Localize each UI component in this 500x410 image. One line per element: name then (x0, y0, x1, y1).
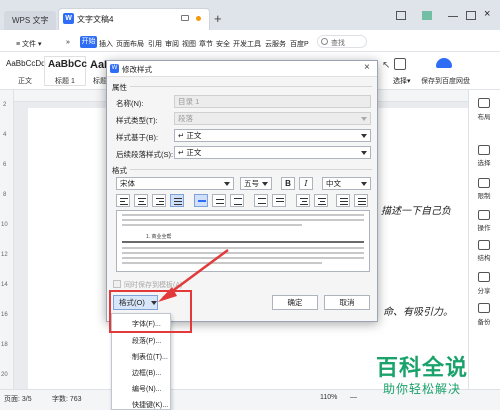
annotation-arrow (158, 248, 229, 302)
